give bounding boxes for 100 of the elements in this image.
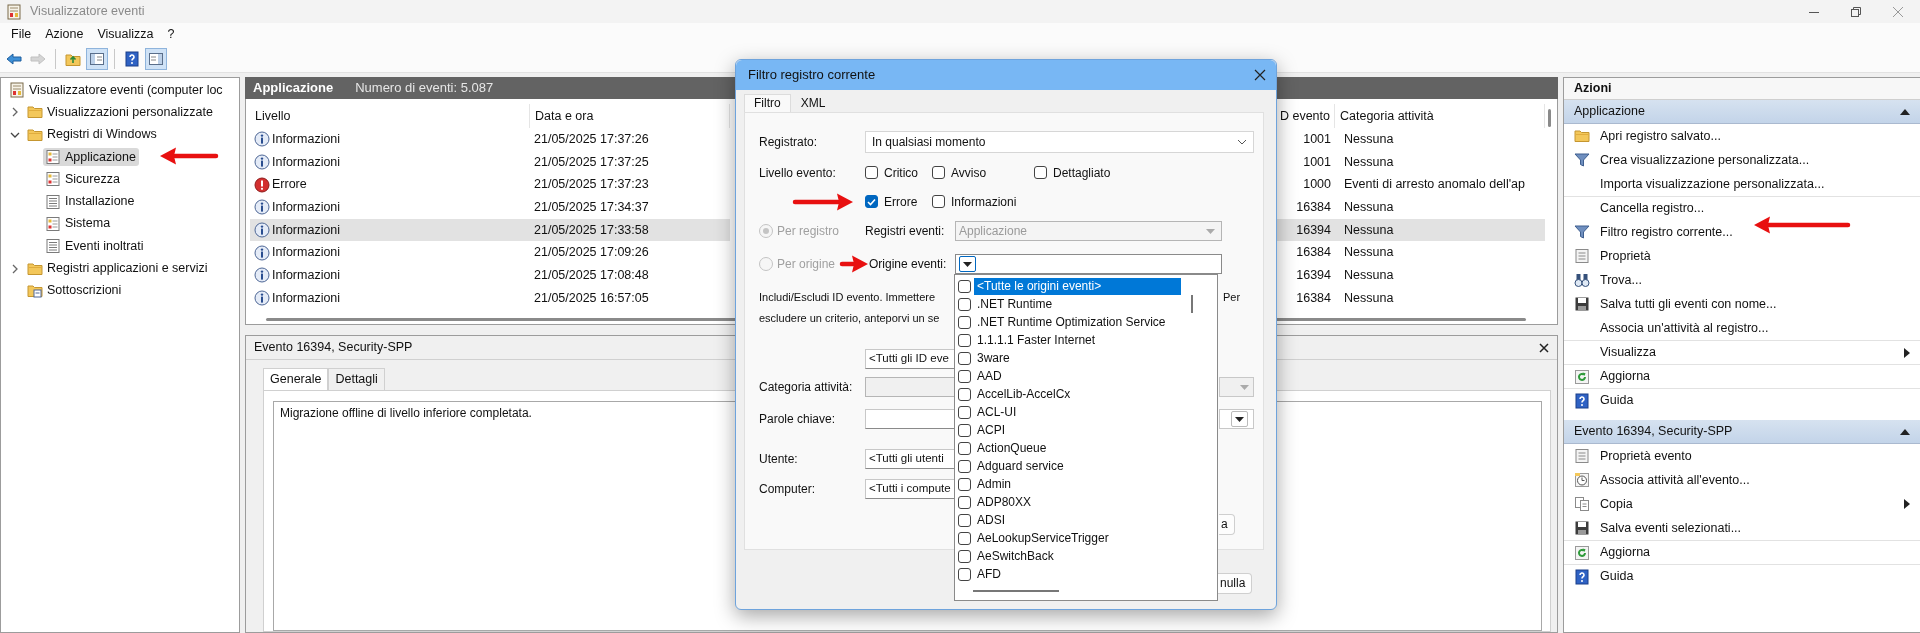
tree-item[interactable]: Sistema (43, 214, 114, 233)
column-header[interactable]: Categoria attività (1335, 104, 1545, 128)
checkbox[interactable] (958, 423, 971, 437)
table-cell[interactable]: 16384 (1275, 196, 1335, 219)
table-cell[interactable]: Eventi di arresto anomalo dell'ap (1335, 173, 1545, 197)
table-cell[interactable]: 21/05/2025 17:37:23 (530, 173, 730, 197)
table-cell[interactable]: 21/05/2025 17:08:48 (530, 264, 730, 287)
section-header[interactable]: Applicazione (1564, 100, 1920, 124)
checkbox[interactable] (932, 195, 945, 209)
tab[interactable]: Dettagli (328, 368, 385, 390)
table-cell[interactable]: 16394 (1275, 218, 1335, 242)
table-cell[interactable]: Nessuna (1335, 150, 1545, 174)
table-cell[interactable]: 16394 (1275, 264, 1335, 287)
checkbox[interactable] (958, 351, 971, 365)
source-dropdown[interactable] (955, 254, 1222, 274)
tab[interactable]: Generale (263, 368, 329, 390)
table-cell[interactable]: Informazioni (250, 286, 530, 310)
checkbox[interactable] (958, 333, 971, 347)
action-item[interactable]: Associa un'attività al registro... (1564, 316, 1920, 340)
section-header[interactable]: Evento 16394, Security-SPP (1564, 420, 1920, 444)
table-cell[interactable]: 16384 (1275, 241, 1335, 265)
list-item[interactable]: .NET Runtime Optimization Service (974, 313, 1181, 331)
action-item[interactable]: Importa visualizzazione personalizzata... (1564, 172, 1920, 196)
tree-item[interactable]: Sicurezza (43, 170, 123, 189)
tree-item[interactable]: Registri di Windows (25, 125, 160, 144)
list-item[interactable]: ACL-UI (974, 403, 1181, 421)
list-item[interactable]: <Tutte le origini eventi> (974, 277, 1181, 295)
menu-item[interactable]: Azione (38, 26, 91, 42)
tree-item[interactable]: Registri applicazioni e servizi (25, 259, 211, 278)
list-item[interactable]: 1.1.1.1 Faster Internet (974, 331, 1181, 349)
tab[interactable]: XML (790, 94, 836, 112)
checkbox[interactable] (958, 477, 971, 491)
checkbox[interactable] (865, 195, 878, 209)
checkbox[interactable] (958, 279, 971, 293)
list-item[interactable]: AeLookupServiceTrigger (974, 529, 1181, 547)
action-pane-button[interactable] (145, 47, 167, 70)
tab[interactable]: Filtro (744, 94, 791, 112)
tree-item[interactable]: Visualizzatore eventi (computer loc (7, 81, 226, 100)
list-item[interactable]: ADP80XX (974, 493, 1181, 511)
list-item[interactable]: AccelLib-AccelCx (974, 385, 1181, 403)
table-cell[interactable]: Nessuna (1335, 241, 1545, 265)
list-item[interactable]: AAD (974, 367, 1181, 385)
table-cell[interactable]: 21/05/2025 16:57:05 (530, 286, 730, 310)
list-item[interactable]: ActionQueue (974, 439, 1181, 457)
collapse-triangle-icon[interactable] (1900, 108, 1910, 115)
action-item[interactable]: Visualizza (1564, 340, 1920, 364)
close-icon[interactable] (1539, 342, 1549, 353)
table-cell[interactable]: Informazioni (250, 264, 530, 287)
menu-item[interactable]: ? (160, 26, 182, 42)
action-item[interactable]: Cancella registro... (1564, 196, 1920, 220)
table-cell[interactable]: Nessuna (1335, 128, 1545, 151)
button[interactable]: a (1219, 514, 1235, 535)
checkbox[interactable] (865, 166, 878, 180)
close-icon[interactable] (1254, 69, 1266, 81)
combo-field[interactable] (865, 409, 955, 429)
tree-item[interactable]: Eventi inoltrati (43, 237, 147, 256)
table-cell[interactable]: Nessuna (1335, 286, 1545, 310)
action-item[interactable]: Proprietà (1564, 244, 1920, 268)
checkbox[interactable] (958, 387, 971, 401)
tree-item[interactable]: Visualizzazioni personalizzate (25, 103, 216, 122)
table-cell[interactable]: 21/05/2025 17:33:58 (530, 218, 730, 242)
column-header[interactable]: Livello (250, 104, 530, 128)
button[interactable]: nulla (1218, 573, 1253, 594)
list-item[interactable]: ACPI (974, 421, 1181, 439)
list-item[interactable]: Admin (974, 475, 1181, 493)
table-cell[interactable]: Informazioni (250, 150, 530, 174)
column-header[interactable]: Data e ora (530, 104, 730, 128)
list-item[interactable]: ADSI (974, 511, 1181, 529)
action-item[interactable]: Trova... (1564, 268, 1920, 292)
action-item[interactable]: Copia (1564, 492, 1920, 516)
checkbox[interactable] (958, 441, 971, 455)
checkbox[interactable] (958, 405, 971, 419)
action-item[interactable]: Salva tutti gli eventi con nome... (1564, 292, 1920, 316)
list-item[interactable]: .NET Runtime (974, 295, 1181, 313)
checkbox[interactable] (958, 459, 971, 473)
checkbox[interactable] (958, 549, 971, 563)
table-cell[interactable]: Nessuna (1335, 218, 1545, 242)
action-item[interactable]: Aggiorna (1564, 364, 1920, 388)
table-cell[interactable]: 1001 (1275, 128, 1335, 151)
action-item[interactable]: Salva eventi selezionati... (1564, 516, 1920, 540)
scrollbar-thumb[interactable] (973, 590, 1059, 592)
tree-item[interactable]: Applicazione (43, 148, 139, 167)
checkbox[interactable] (958, 297, 971, 311)
time-range-dropdown[interactable]: In qualsiasi momento (865, 131, 1254, 153)
table-cell[interactable]: Errore (250, 173, 530, 197)
table-cell[interactable]: 21/05/2025 17:37:25 (530, 150, 730, 174)
checkbox[interactable] (958, 369, 971, 383)
table-cell[interactable]: 1000 (1275, 173, 1335, 197)
table-cell[interactable]: 21/05/2025 17:37:26 (530, 128, 730, 151)
tree-pane-button[interactable] (86, 47, 108, 70)
table-cell[interactable]: Informazioni (250, 128, 530, 151)
table-cell[interactable]: 16384 (1275, 286, 1335, 310)
action-item[interactable]: Apri registro salvato... (1564, 124, 1920, 148)
action-item[interactable]: Proprietà evento (1564, 444, 1920, 468)
checkbox[interactable] (958, 315, 971, 329)
input-field[interactable]: <Tutti gli utenti (865, 449, 955, 469)
table-cell[interactable]: Informazioni (250, 241, 530, 265)
input-field[interactable]: <Tutti i compute (865, 479, 955, 499)
menu-item[interactable]: Visualizza (90, 26, 161, 42)
tree-item[interactable]: Sottoscrizioni (25, 281, 125, 300)
